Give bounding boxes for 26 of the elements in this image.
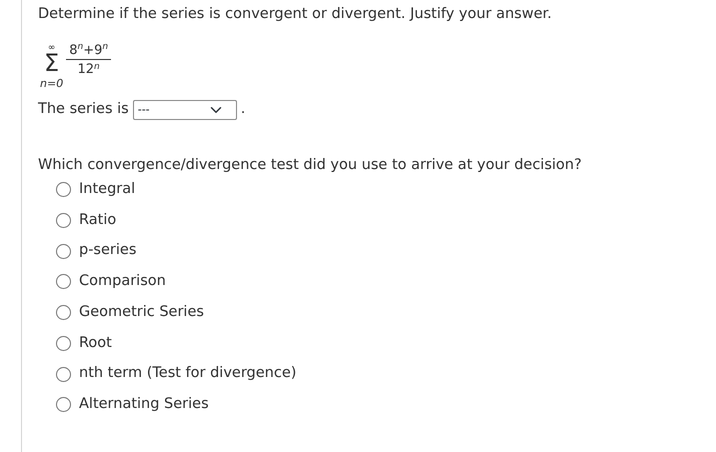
option-label: Alternating Series (79, 395, 209, 414)
radio-button[interactable] (56, 366, 71, 382)
upper-limit: ∞ (48, 44, 56, 53)
radio-button[interactable] (56, 244, 71, 259)
radio-button[interactable] (56, 397, 71, 412)
option-label: p-series (79, 241, 136, 260)
option-label: Geometric Series (79, 302, 204, 322)
option-label: Root (79, 334, 112, 353)
answer-label: The series is (38, 100, 129, 120)
numerator: 8$^{n}$+9$^{n}$ (66, 44, 112, 60)
radio-button[interactable] (56, 305, 71, 320)
radio-button[interactable] (56, 182, 71, 198)
denominator: 12$^{n}$ (78, 60, 100, 78)
lower-limit: n=0 (40, 78, 64, 90)
period-text: . (240, 100, 246, 120)
option-label: Integral (79, 180, 136, 199)
option-label: Comparison (79, 272, 166, 292)
test-question: Which convergence/divergence test did you use to arrive at your decision? (38, 156, 583, 176)
option-label: nth term (Test for divergence) (79, 364, 296, 384)
radio-button[interactable] (56, 212, 71, 228)
series-dropdown[interactable]: --- (132, 100, 237, 120)
radio-button[interactable] (56, 336, 71, 351)
radio-button[interactable] (56, 274, 71, 290)
question-text: Determine if the series is convergent or divergent. Justify your answer. (38, 5, 553, 24)
sigma-symbol: Σ (44, 52, 60, 74)
option-label: Ratio (79, 210, 116, 230)
